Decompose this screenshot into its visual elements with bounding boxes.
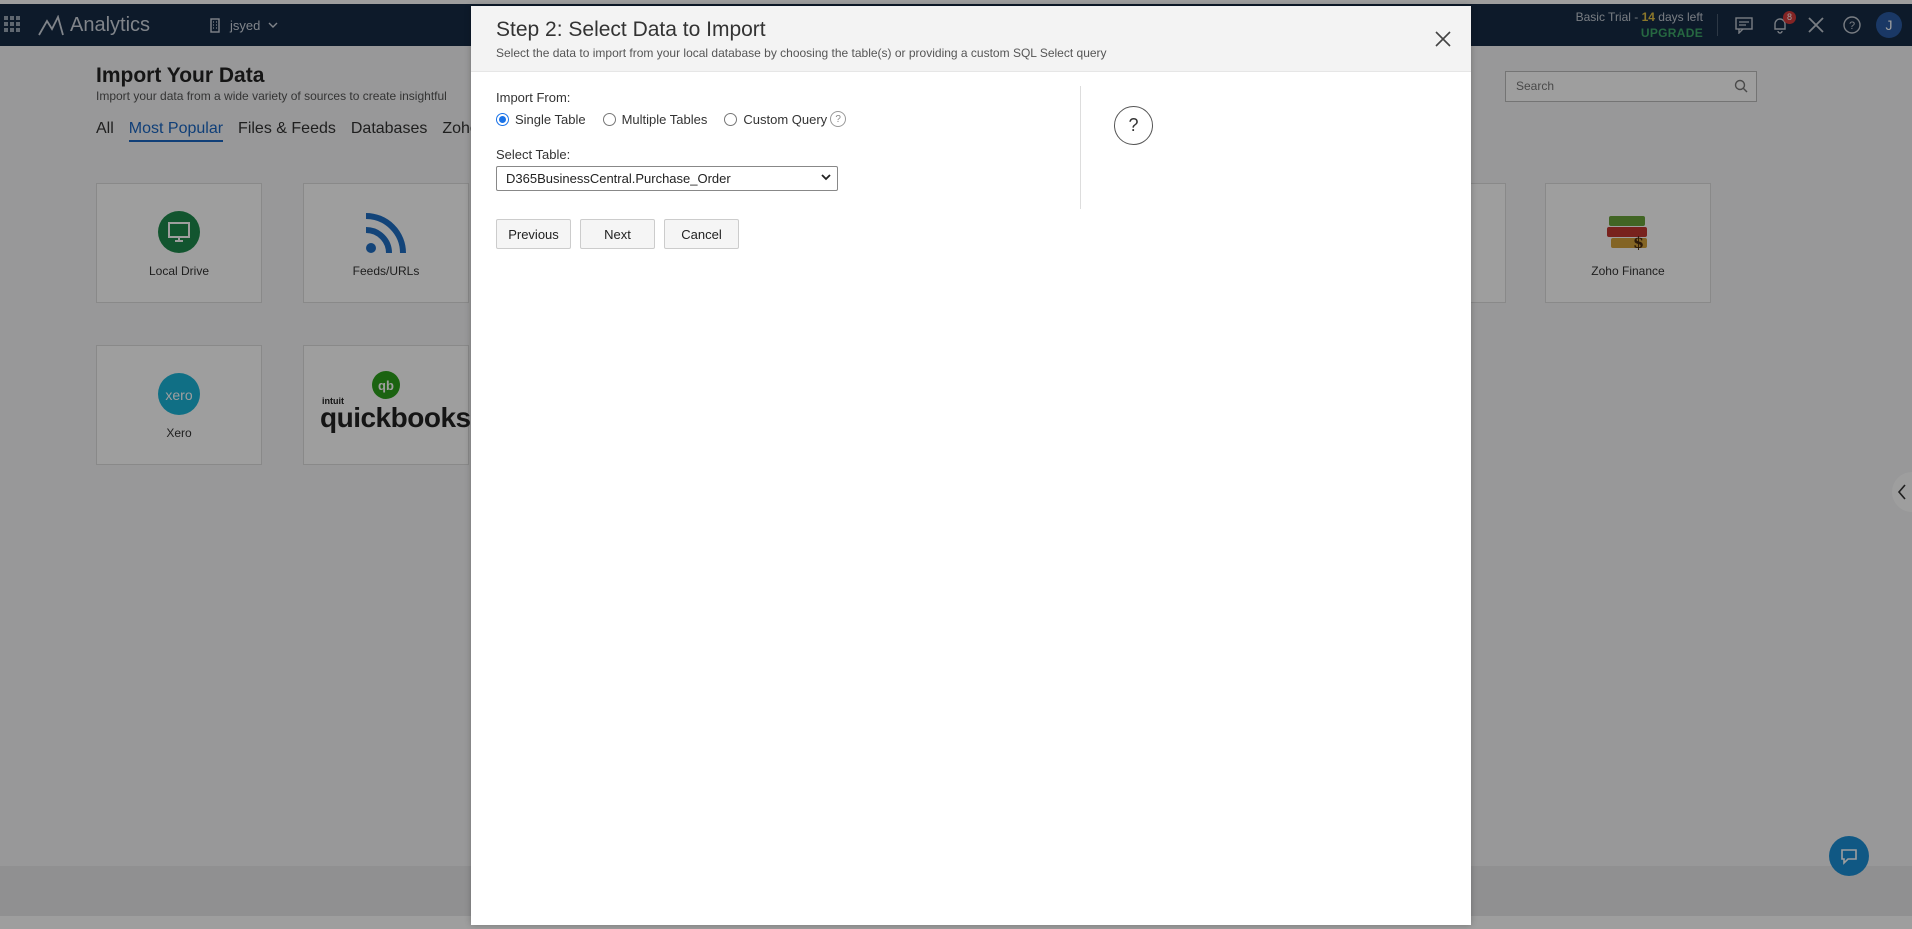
- selected-table-value: D365BusinessCentral.Purchase_Order: [506, 171, 731, 186]
- import-type-radio-group: Single Table Multiple Tables Custom Quer…: [496, 109, 1056, 129]
- help-button[interactable]: ?: [1114, 106, 1153, 145]
- radio-button[interactable]: [724, 112, 738, 126]
- chevron-down-icon: [821, 174, 831, 181]
- table-select[interactable]: D365BusinessCentral.Purchase_Order: [496, 166, 838, 191]
- import-from-label: Import From:: [496, 90, 571, 105]
- divider: [1080, 86, 1081, 209]
- question-mark-icon[interactable]: ?: [830, 111, 847, 127]
- import-dialog: Step 2: Select Data to Import Select the…: [471, 6, 1471, 925]
- radio-custom-query[interactable]: Custom Query ?: [724, 111, 847, 127]
- dialog-header: Step 2: Select Data to Import Select the…: [471, 6, 1471, 72]
- previous-button[interactable]: Previous: [496, 219, 571, 249]
- dialog-subtitle: Select the data to import from your loca…: [496, 46, 1107, 60]
- import-options: Import From: Single Table Multiple Table…: [496, 90, 1056, 249]
- radio-label: Single Table: [515, 111, 586, 127]
- close-icon[interactable]: [1433, 29, 1453, 49]
- radio-label: Multiple Tables: [621, 111, 708, 127]
- select-table-label: Select Table:: [496, 147, 571, 162]
- wizard-buttons: Previous Next Cancel: [496, 219, 1056, 249]
- radio-button[interactable]: [496, 112, 509, 126]
- radio-multiple-tables[interactable]: Multiple Tables: [602, 111, 708, 127]
- cancel-button[interactable]: Cancel: [664, 219, 739, 249]
- radio-button[interactable]: [602, 112, 616, 126]
- radio-single-table[interactable]: Single Table: [496, 112, 586, 127]
- dialog-title: Step 2: Select Data to Import: [496, 18, 766, 41]
- radio-label: Custom Query: [743, 111, 828, 127]
- next-button[interactable]: Next: [580, 219, 655, 249]
